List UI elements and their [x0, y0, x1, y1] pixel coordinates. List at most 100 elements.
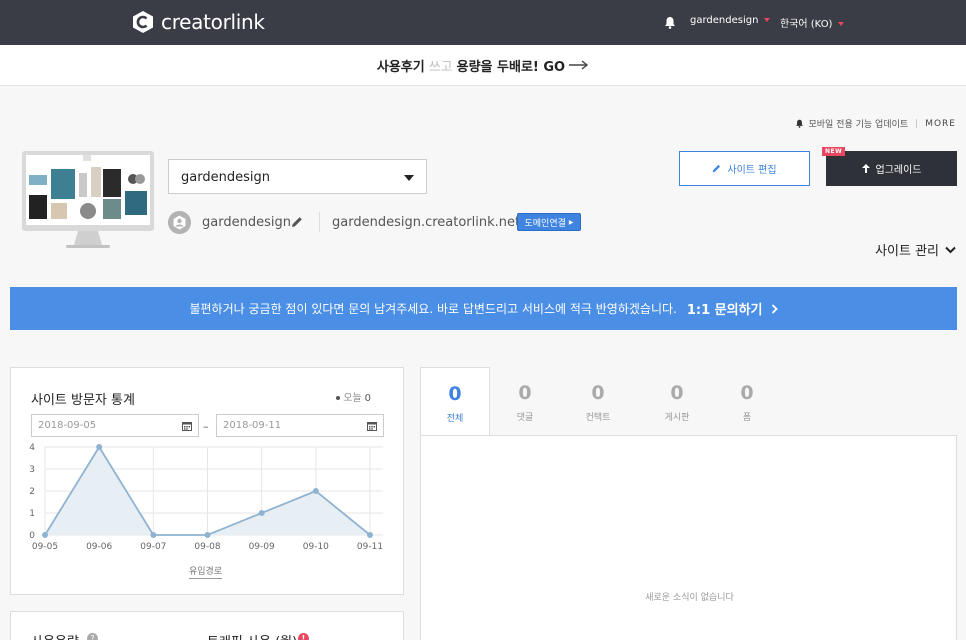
tab-count: 0: [518, 382, 532, 404]
promo-banner[interactable]: 사용후기 쓰고 용량을 두배로! GO: [0, 45, 966, 86]
site-management-label: 사이트 관리: [875, 244, 939, 259]
help-icon[interactable]: ?: [87, 633, 98, 640]
tab-label: 폼: [742, 413, 752, 423]
chart-x-tick: 09-10: [303, 542, 329, 552]
site-username: gardendesign: [202, 215, 291, 230]
new-badge: NEW: [822, 147, 846, 156]
site-selector[interactable]: gardendesign: [168, 159, 427, 194]
chevron-down-icon: [945, 246, 956, 253]
promo-text-1: 사용후기: [376, 59, 425, 75]
tab-label: 게시판: [664, 413, 690, 423]
tab-count: 0: [670, 382, 684, 404]
caret-down-icon: [404, 175, 414, 181]
site-management-toggle[interactable]: 사이트 관리: [875, 240, 956, 259]
caret-down-icon: [764, 18, 771, 22]
site-domain[interactable]: gardendesign.creatorlink.net: [332, 215, 520, 230]
caret-down-icon: [838, 22, 845, 26]
tab-comments[interactable]: 0 댓글: [490, 367, 560, 436]
chart-y-tick: 2: [29, 487, 35, 497]
chart-point: [96, 444, 103, 450]
bell-icon[interactable]: [664, 16, 676, 29]
feed-empty-message: 새로운 소식이 없습니다: [645, 593, 734, 603]
calendar-icon[interactable]: [367, 421, 377, 431]
edit-site-label: 사이트 편집: [727, 165, 777, 176]
tab-board[interactable]: 0 게시판: [642, 367, 712, 436]
visitor-chart: 0 1 2 3 4 09-05 09-06 09-07 09-08 09-09 09-10 09-11: [29, 443, 383, 552]
today-label: 오늘: [343, 393, 362, 404]
logo-text: creatorlink: [161, 10, 265, 34]
tab-count: 0: [740, 382, 754, 404]
chart-point: [150, 532, 157, 538]
tab-form[interactable]: 0 폼: [712, 367, 782, 436]
inquiry-text: 불편하거나 궁금한 점이 있다면 문의 남겨주세요. 바로 답변드리고 서비스에…: [189, 302, 677, 316]
language-menu[interactable]: 한국어 (KO): [780, 15, 845, 30]
tab-label: 댓글: [516, 413, 534, 423]
site-thumbnail[interactable]: [22, 151, 154, 251]
chart-y-tick: 1: [29, 509, 35, 519]
promo-text-2: 쓰고: [428, 59, 453, 75]
chart-point: [312, 488, 319, 494]
tab-all[interactable]: 0 전체: [420, 367, 490, 436]
traffic-title: 트래픽 사용 (월): [207, 631, 297, 640]
caret-right-icon: ▶: [568, 218, 574, 226]
chart-point: [204, 532, 211, 538]
site-selector-value: gardendesign: [181, 170, 270, 185]
upgrade-button[interactable]: 업그레이드: [826, 151, 957, 186]
chart-x-tick: 09-05: [32, 542, 58, 552]
chart-x-tick: 09-08: [194, 542, 220, 552]
arrow-right-icon: [569, 60, 589, 70]
feed-body: 새로운 소식이 없습니다: [420, 435, 957, 640]
chart-point: [258, 510, 265, 516]
chart-x-tick: 09-11: [357, 542, 383, 552]
date-to-value: 2018-09-11: [223, 420, 282, 431]
date-from-value: 2018-09-05: [38, 420, 97, 431]
tab-count: 0: [448, 383, 462, 405]
chart-x-tick: 09-06: [86, 542, 112, 552]
arrow-up-icon: [861, 164, 870, 173]
visitor-stats-panel: 사이트 방문자 통계 오늘 0 2018-09-05 – 2018-09-11 0…: [10, 367, 404, 595]
pencil-icon[interactable]: [291, 216, 303, 228]
bell-icon: [796, 119, 804, 128]
divider: [319, 212, 320, 232]
today-value: 0: [364, 393, 371, 404]
today-count: 오늘 0: [336, 389, 371, 404]
connect-domain-button[interactable]: 도메인연결 ▶: [517, 213, 581, 231]
promo-text-3: 용량을 두배로! GO: [456, 59, 566, 75]
chart-y-tick: 4: [29, 443, 35, 453]
chart-y-tick: 0: [29, 531, 35, 541]
user-name: gardendesign: [690, 15, 759, 26]
inquiry-banner[interactable]: 불편하거나 궁금한 점이 있다면 문의 남겨주세요. 바로 답변드리고 서비스에…: [10, 287, 957, 330]
calendar-icon[interactable]: [182, 421, 192, 431]
alert-icon[interactable]: !: [298, 633, 309, 640]
date-from-input[interactable]: 2018-09-05: [31, 414, 199, 437]
inflow-link[interactable]: 유입경로: [189, 564, 223, 579]
update-notice: 모바일 전용 기능 업데이트 | MORE: [795, 117, 956, 130]
top-nav: creatorlink gardendesign 한국어 (KO): [0, 0, 966, 45]
language-label: 한국어 (KO): [780, 19, 833, 30]
date-range-separator: –: [203, 420, 209, 433]
edit-site-button[interactable]: 사이트 편집: [679, 151, 810, 186]
tab-label: 전체: [446, 414, 464, 424]
notice-text[interactable]: 모바일 전용 기능 업데이트: [808, 117, 908, 130]
chart-point: [367, 532, 373, 538]
chart-x-tick: 09-07: [140, 542, 166, 552]
connect-domain-label: 도메인연결: [524, 218, 566, 229]
tab-contact[interactable]: 0 컨택트: [563, 367, 633, 436]
usage-panel: 사용용량 ? 트래픽 사용 (월) !: [10, 611, 404, 640]
logo[interactable]: creatorlink: [131, 10, 265, 34]
creatorlink-logo-icon: [133, 11, 153, 33]
stats-title: 사이트 방문자 통계: [31, 393, 135, 408]
chevron-right-icon: [771, 303, 778, 314]
user-menu[interactable]: gardendesign: [690, 15, 771, 26]
feed-tabs: 0 전체 0 댓글 0 컨택트 0 게시판 0 폼: [420, 367, 957, 436]
avatar: [168, 211, 191, 234]
chart-y-tick: 3: [29, 465, 35, 475]
chart-point: [42, 532, 48, 538]
date-to-input[interactable]: 2018-09-11: [216, 414, 384, 437]
pencil-icon: [713, 164, 721, 173]
upgrade-label: 업그레이드: [875, 165, 922, 176]
inquiry-link[interactable]: 1:1 문의하기: [687, 299, 763, 318]
more-link[interactable]: MORE: [925, 119, 956, 129]
tab-label: 컨택트: [585, 413, 611, 423]
tab-count: 0: [591, 382, 605, 404]
